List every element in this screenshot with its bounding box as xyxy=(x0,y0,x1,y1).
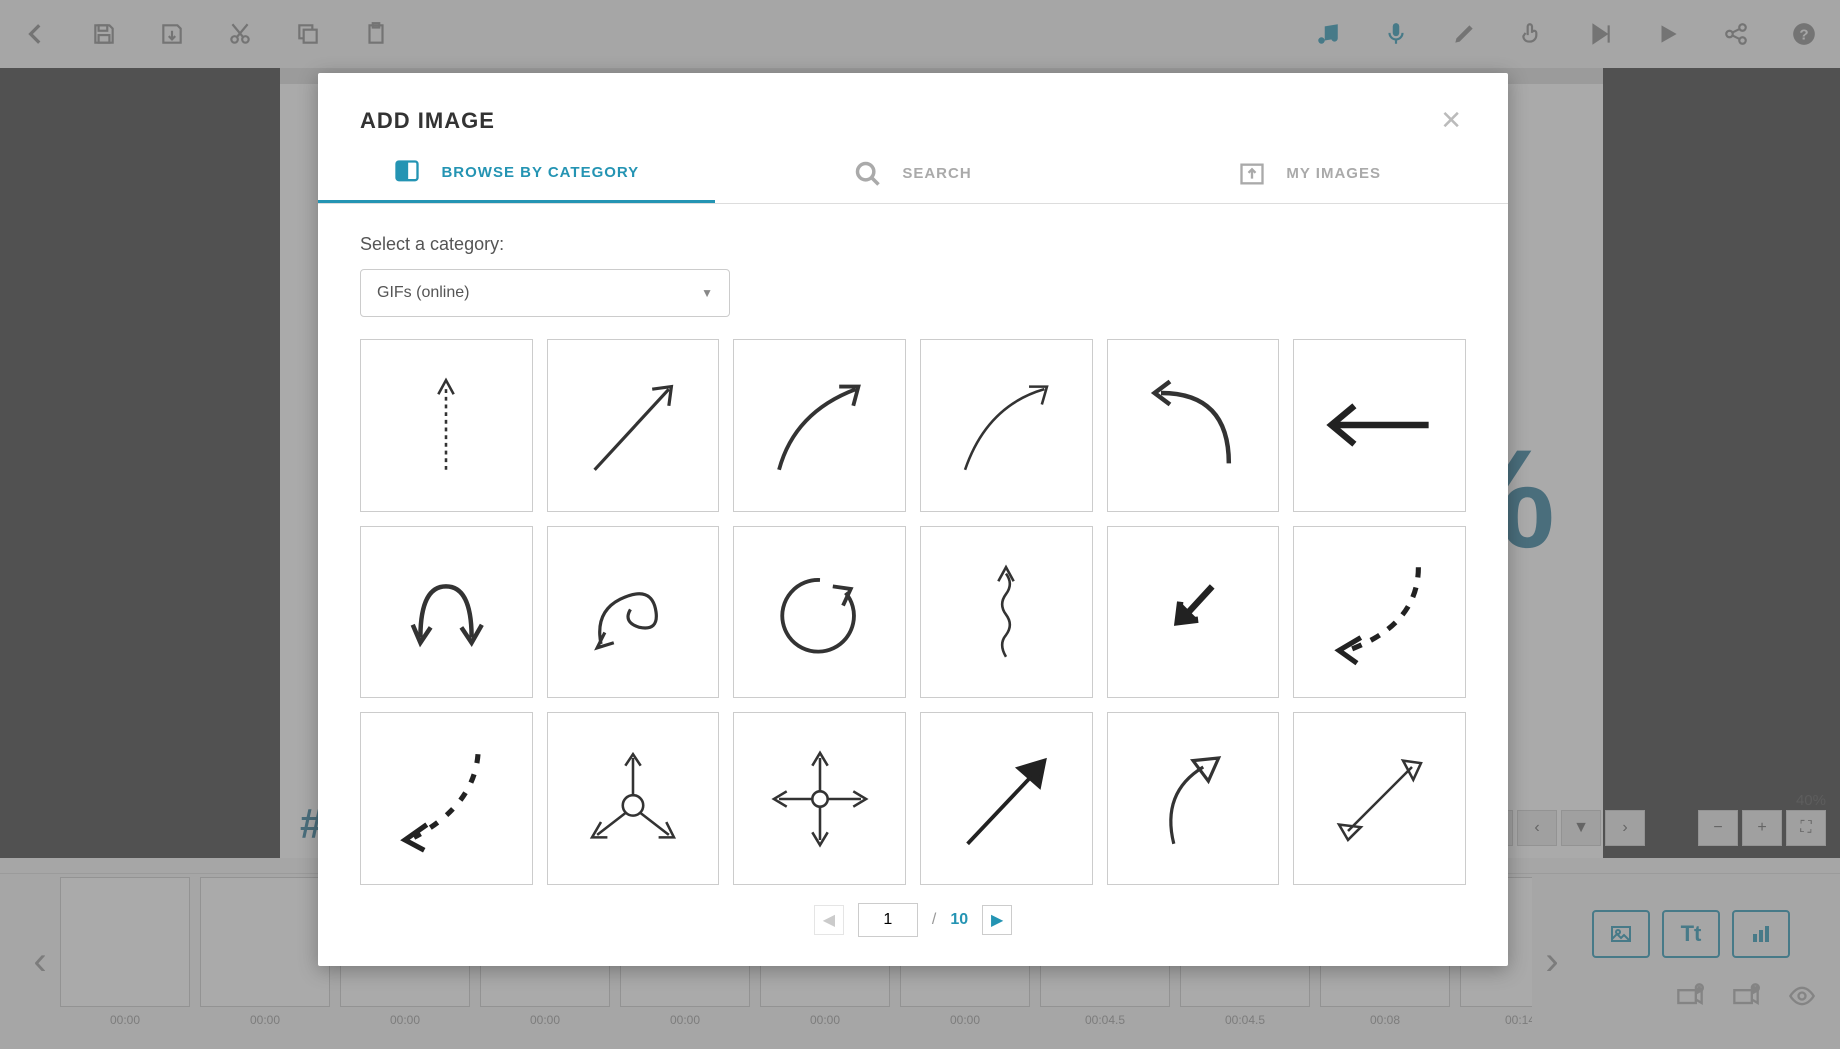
pager-total: 10 xyxy=(950,911,968,929)
image-arrow-curve-up-triangle[interactable] xyxy=(1107,712,1280,885)
tab-search-label: SEARCH xyxy=(902,165,971,182)
category-label: Select a category: xyxy=(360,234,1466,255)
image-arrow-diag-ne[interactable] xyxy=(547,339,720,512)
upload-icon xyxy=(1238,160,1266,188)
image-grid xyxy=(360,339,1466,885)
close-icon[interactable]: ✕ xyxy=(1436,101,1466,140)
book-icon xyxy=(393,158,421,186)
pager-input[interactable] xyxy=(858,903,918,937)
category-selected-value: GIFs (online) xyxy=(377,284,469,302)
image-arrow-ne-triangle[interactable] xyxy=(920,712,1093,885)
image-arrow-short-diag[interactable] xyxy=(1107,526,1280,699)
image-arrow-curve-left[interactable] xyxy=(1107,339,1280,512)
pager-next-button[interactable]: ▶ xyxy=(982,905,1012,935)
image-arrow-curve-ne[interactable] xyxy=(733,339,906,512)
image-arrows-cross[interactable] xyxy=(733,712,906,885)
image-arrow-curve-ne-2[interactable] xyxy=(920,339,1093,512)
chevron-down-icon: ▼ xyxy=(701,286,713,300)
tab-myimages-label: MY IMAGES xyxy=(1286,165,1381,182)
image-arrow-dashed-curve-2[interactable] xyxy=(360,712,533,885)
image-arrow-squiggle-up[interactable] xyxy=(920,526,1093,699)
tab-browse[interactable]: BROWSE BY CATEGORY xyxy=(318,158,715,203)
image-arrow-left-bold[interactable] xyxy=(1293,339,1466,512)
image-arrow-u-turn[interactable] xyxy=(360,526,533,699)
modal-title: ADD IMAGE xyxy=(360,108,495,134)
modal-tabs: BROWSE BY CATEGORY SEARCH MY IMAGES xyxy=(318,158,1508,204)
image-arrow-circle[interactable] xyxy=(733,526,906,699)
pager: ◀ / 10 ▶ xyxy=(360,885,1466,941)
tab-myimages[interactable]: MY IMAGES xyxy=(1111,158,1508,203)
image-arrow-dashed-curve-left[interactable] xyxy=(1293,526,1466,699)
image-arrow-up-dashed[interactable] xyxy=(360,339,533,512)
modal-header: ADD IMAGE ✕ xyxy=(318,73,1508,158)
category-select[interactable]: GIFs (online) ▼ xyxy=(360,269,730,317)
add-image-modal: ADD IMAGE ✕ BROWSE BY CATEGORY SEARCH MY… xyxy=(318,73,1508,966)
tab-search[interactable]: SEARCH xyxy=(715,158,1112,203)
image-arrow-spiral[interactable] xyxy=(547,526,720,699)
pager-prev-button[interactable]: ◀ xyxy=(814,905,844,935)
modal-body: Select a category: GIFs (online) ▼ ◀ / 1… xyxy=(318,204,1508,966)
image-arrow-double-headed[interactable] xyxy=(1293,712,1466,885)
image-arrows-three-out[interactable] xyxy=(547,712,720,885)
tab-browse-label: BROWSE BY CATEGORY xyxy=(441,164,639,181)
pager-separator: / xyxy=(932,911,936,929)
search-icon xyxy=(854,160,882,188)
